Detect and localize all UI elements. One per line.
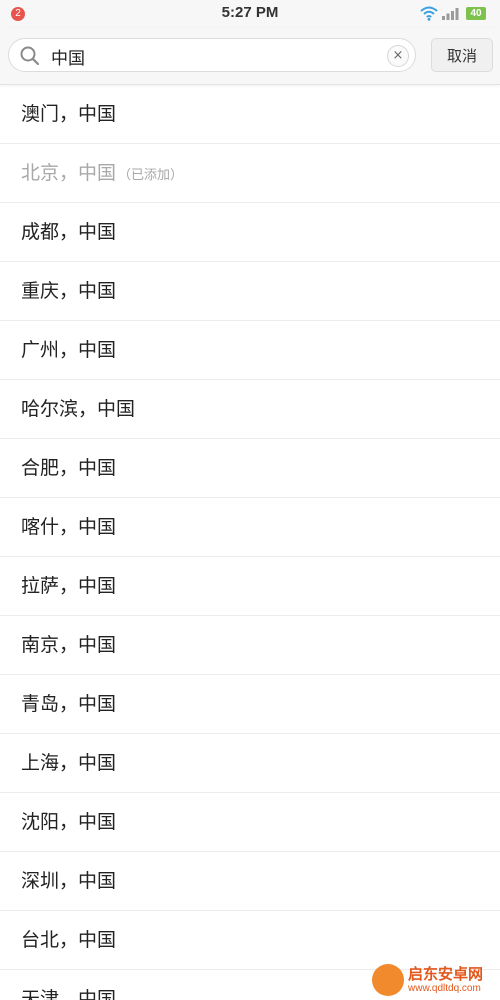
cancel-button[interactable]: 取消 (431, 38, 493, 72)
watermark-title: 启东安卓网 (408, 965, 484, 983)
search-input[interactable] (49, 41, 383, 71)
city-label: 青岛，中国 (21, 693, 117, 715)
watermark-url: www.qdltdq.com (408, 983, 481, 994)
city-list-item[interactable]: 重庆，中国 (0, 262, 500, 321)
signal-icon (442, 8, 459, 20)
city-list: 澳门，中国北京，中国 （已添加） 成都，中国重庆，中国广州，中国哈尔滨，中国 合肥，中… (0, 85, 500, 1000)
city-label: 北京，中国 (21, 162, 117, 184)
status-bar: 2 5:27 PM 40 (0, 0, 500, 28)
city-list-item[interactable]: 成都，中国 (0, 203, 500, 262)
screen: 2 5:27 PM 40 × 取消 澳门，中国北京，中国（已添加） 成都，中国重庆… (0, 0, 500, 1000)
city-list-item[interactable]: 拉萨，中国 (0, 557, 500, 616)
city-list-item[interactable]: 青岛，中国 (0, 675, 500, 734)
search-icon (20, 46, 40, 66)
city-label: 成都，中国 (21, 221, 117, 243)
city-label: 沈阳，中国 (21, 811, 117, 833)
city-list-item[interactable]: 南京，中国 (0, 616, 500, 675)
city-label: 哈尔滨，中国 (21, 398, 136, 420)
watermark-logo-icon (372, 964, 404, 996)
city-label: 天津，中国 (21, 988, 117, 1000)
city-list-item[interactable]: 合肥，中国 (0, 439, 500, 498)
added-tag: （已添加） (118, 168, 184, 183)
search-box[interactable]: × (8, 38, 416, 72)
city-label: 深圳，中国 (21, 870, 117, 892)
city-label: 南京，中国 (21, 634, 117, 656)
city-label: 台北，中国 (21, 929, 117, 951)
watermark: 启东安卓网 www.qdltdq.com (372, 962, 500, 1000)
city-label: 广州，中国 (21, 339, 117, 361)
battery-icon: 40 (466, 7, 486, 20)
search-header: × 取消 (0, 28, 500, 85)
city-label: 重庆，中国 (21, 280, 117, 302)
city-list-item[interactable]: 北京，中国 （已添加） (0, 144, 500, 203)
wifi-icon (420, 6, 438, 21)
city-label: 澳门，中国 (21, 103, 117, 125)
city-list-item[interactable]: 哈尔滨，中国 (0, 380, 500, 439)
city-list-item[interactable]: 深圳，中国 (0, 852, 500, 911)
city-label: 上海，中国 (21, 752, 117, 774)
city-list-item[interactable]: 沈阳，中国 (0, 793, 500, 852)
city-label: 喀什，中国 (21, 516, 117, 538)
city-list-item[interactable]: 上海，中国 (0, 734, 500, 793)
clear-search-button[interactable]: × (387, 45, 409, 67)
city-label: 拉萨，中国 (21, 575, 117, 597)
city-list-item[interactable]: 喀什，中国 (0, 498, 500, 557)
city-list-item[interactable]: 澳门，中国 (0, 85, 500, 144)
city-label: 合肥，中国 (21, 457, 117, 479)
city-list-item[interactable]: 广州，中国 (0, 321, 500, 380)
